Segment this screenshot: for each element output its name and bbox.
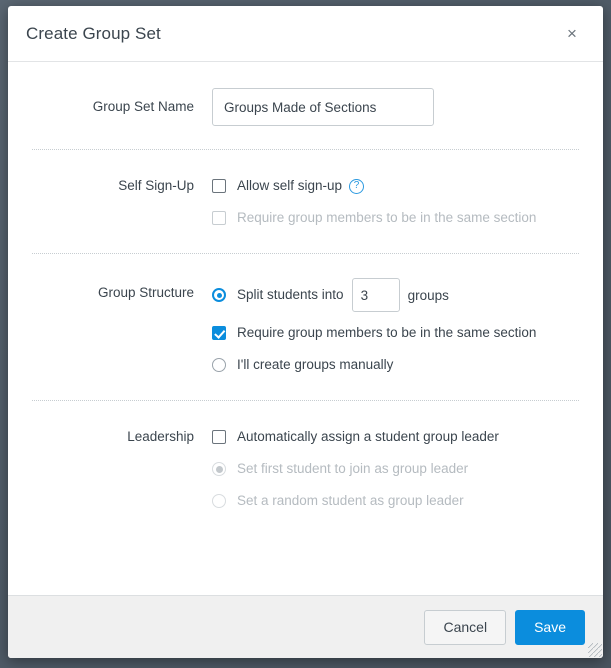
random-student-leader-option: Set a random student as group leader (212, 490, 579, 512)
first-student-leader-radio (212, 462, 226, 476)
split-students-count-input[interactable] (351, 278, 400, 312)
first-student-leader-label: Set first student to join as group leade… (237, 461, 469, 476)
random-student-leader-radio (212, 494, 226, 508)
group-structure-label: Group Structure (97, 285, 194, 300)
dialog-body: Group Set Name Self Sign-Up Allow self s… (8, 62, 603, 595)
split-students-option: Split students into groups (212, 278, 579, 312)
group-set-name-control (212, 88, 579, 126)
resize-grip-icon[interactable] (588, 643, 602, 657)
group-set-name-input[interactable] (212, 88, 434, 126)
create-group-set-dialog: Create Group Set × Group Set Name Self S… (8, 6, 603, 658)
split-students-suffix-label: groups (407, 287, 449, 303)
signup-require-same-section-option: Require group members to be in the same … (212, 207, 579, 229)
help-circle-icon[interactable]: ? (349, 178, 365, 194)
structure-require-same-section-label[interactable]: Require group members to be in the same … (237, 324, 536, 342)
leadership-label: Leadership (127, 429, 194, 444)
auto-assign-leader-checkbox[interactable] (212, 430, 226, 444)
cancel-button[interactable]: Cancel (424, 609, 507, 645)
close-icon[interactable]: × (557, 19, 587, 49)
random-student-leader-label: Set a random student as group leader (237, 493, 464, 508)
save-button[interactable]: Save (515, 609, 585, 645)
split-students-inline: Split students into groups (237, 278, 449, 312)
allow-self-signup-checkbox[interactable] (212, 179, 226, 193)
auto-assign-leader-option: Automatically assign a student group lea… (212, 426, 579, 448)
create-manually-radio[interactable] (212, 358, 226, 372)
dialog-header: Create Group Set × (8, 6, 603, 62)
group-set-name-row: Group Set Name (8, 64, 603, 149)
auto-assign-leader-label[interactable]: Automatically assign a student group lea… (237, 428, 499, 446)
signup-require-same-section-label: Require group members to be in the same … (237, 210, 537, 225)
structure-require-same-section-checkbox[interactable] (212, 326, 226, 340)
first-student-leader-option: Set first student to join as group leade… (212, 458, 579, 480)
group-structure-row: Group Structure Split students into grou… (8, 255, 603, 400)
split-students-label[interactable]: Split students into (237, 286, 344, 304)
leadership-row: Leadership Automatically assign a studen… (8, 402, 603, 536)
dialog-footer: Cancel Save (8, 595, 603, 658)
self-signup-control: Allow self sign-up ? Require group membe… (212, 175, 579, 229)
allow-self-signup-option: Allow self sign-up ? (212, 175, 579, 197)
self-signup-label: Self Sign-Up (118, 178, 194, 193)
create-manually-label[interactable]: I'll create groups manually (237, 356, 393, 374)
create-manually-option: I'll create groups manually (212, 354, 579, 376)
dialog-title: Create Group Set (26, 23, 161, 43)
group-structure-control: Split students into groups Require group… (212, 278, 579, 376)
self-signup-row: Self Sign-Up Allow self sign-up ? Requir… (8, 151, 603, 253)
allow-self-signup-label[interactable]: Allow self sign-up (237, 177, 342, 195)
signup-require-same-section-checkbox (212, 211, 226, 225)
group-set-name-label: Group Set Name (92, 99, 194, 114)
leadership-control: Automatically assign a student group lea… (212, 426, 579, 512)
split-students-radio[interactable] (212, 288, 226, 302)
structure-require-same-section-option: Require group members to be in the same … (212, 322, 579, 344)
